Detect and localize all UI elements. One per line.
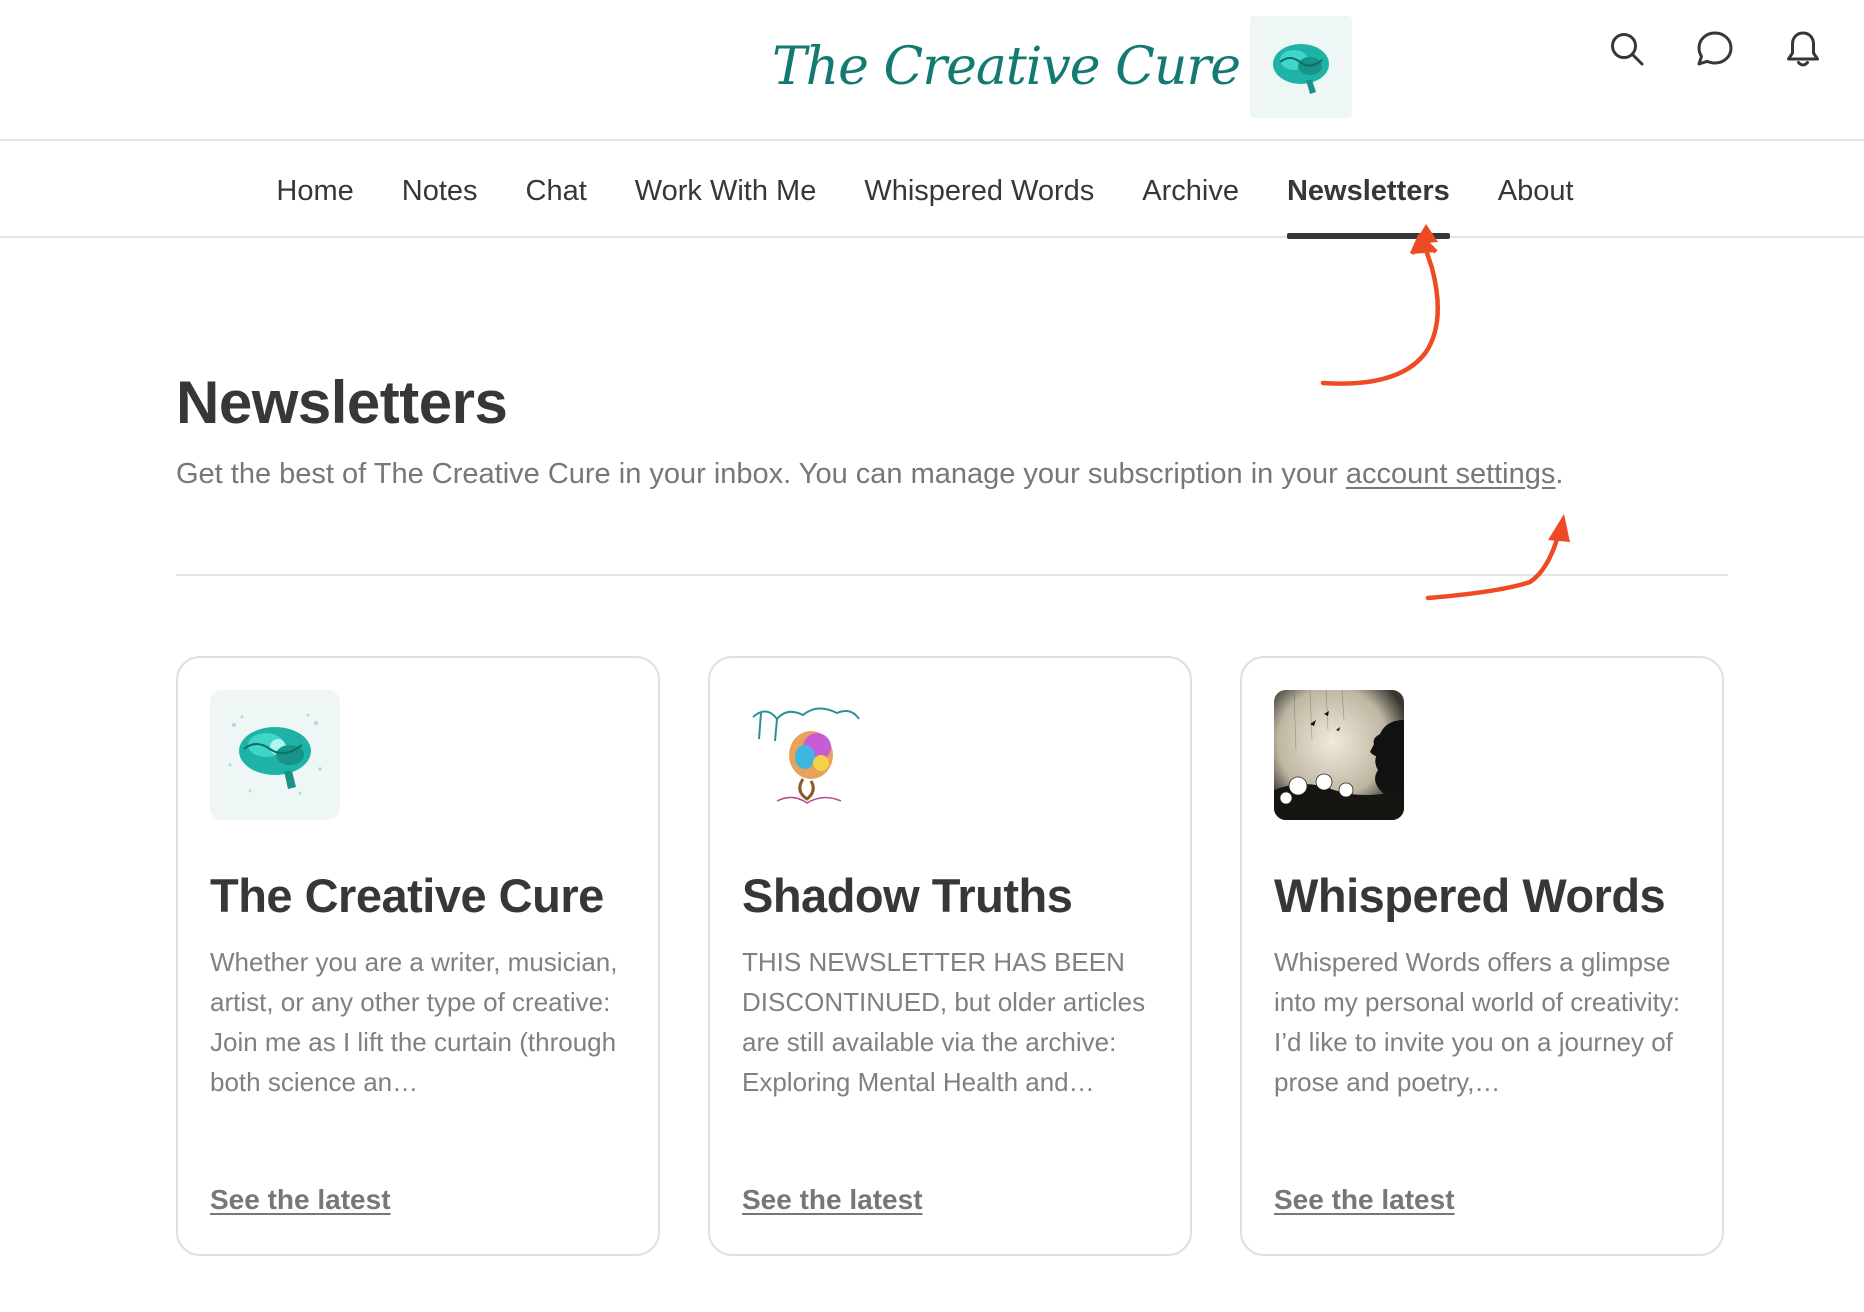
divider [176,574,1728,576]
brain-icon [1250,16,1353,118]
see-the-latest-link[interactable]: See the latest [210,1184,391,1216]
see-the-latest-link[interactable]: See the latest [1274,1184,1455,1216]
logo-wordmark: The Creative Cure [772,37,1241,97]
see-the-latest-link[interactable]: See the latest [742,1184,923,1216]
nav-item-work-with-me[interactable]: Work With Me [635,141,817,238]
card-description: Whether you are a writer, musician, arti… [210,947,618,1097]
account-settings-link[interactable]: account settings [1346,458,1556,490]
brain-logo-image [210,690,340,820]
site-logo[interactable]: The Creative Cure [772,14,1353,120]
newsletter-card-shadow-truths[interactable]: Shadow Truths THIS NEWSLETTER HAS BEEN D… [708,656,1192,1256]
subtitle-text: Get the best of The Creative Cure in you… [176,458,1346,490]
search-icon[interactable] [1606,28,1648,70]
newsletter-card-creative-cure[interactable]: The Creative Cure Whether you are a writ… [176,656,660,1256]
chat-bubble-icon[interactable] [1694,28,1736,70]
bell-icon[interactable] [1782,28,1824,70]
shadow-truths-logo-image [742,690,872,820]
card-title: The Creative Cure [210,869,604,922]
page-subtitle: Get the best of The Creative Cure in you… [176,458,1563,491]
nav-item-notes[interactable]: Notes [402,141,478,238]
nav-item-archive[interactable]: Archive [1142,141,1239,238]
nav-item-home[interactable]: Home [276,141,353,238]
nav-item-chat[interactable]: Chat [526,141,587,238]
page-title: Newsletters [176,369,508,436]
arrow-to-newsletters-tab [1320,224,1441,386]
nav-item-whispered-words[interactable]: Whispered Words [864,141,1094,238]
arrow-to-account-settings [1425,514,1570,601]
card-description: Whispered Words offers a glimpse into my… [1274,947,1681,1097]
main-nav: Home Notes Chat Work With Me Whispered W… [0,139,1864,239]
nav-item-about[interactable]: About [1498,141,1574,238]
header-actions [1606,28,1824,70]
card-description: THIS NEWSLETTER HAS BEEN DISCONTINUED, b… [742,947,1146,1097]
nav-item-newsletters[interactable]: Newsletters [1286,141,1450,239]
silhouette-dandelions-image [1274,690,1404,820]
site-header: The Creative Cure [0,0,1864,140]
subtitle-period: . [1555,458,1564,490]
card-title: Whispered Words [1274,869,1666,922]
card-title: Shadow Truths [742,869,1073,922]
newsletter-card-whispered-words[interactable]: Whispered Words Whispered Words offers a… [1240,656,1724,1256]
